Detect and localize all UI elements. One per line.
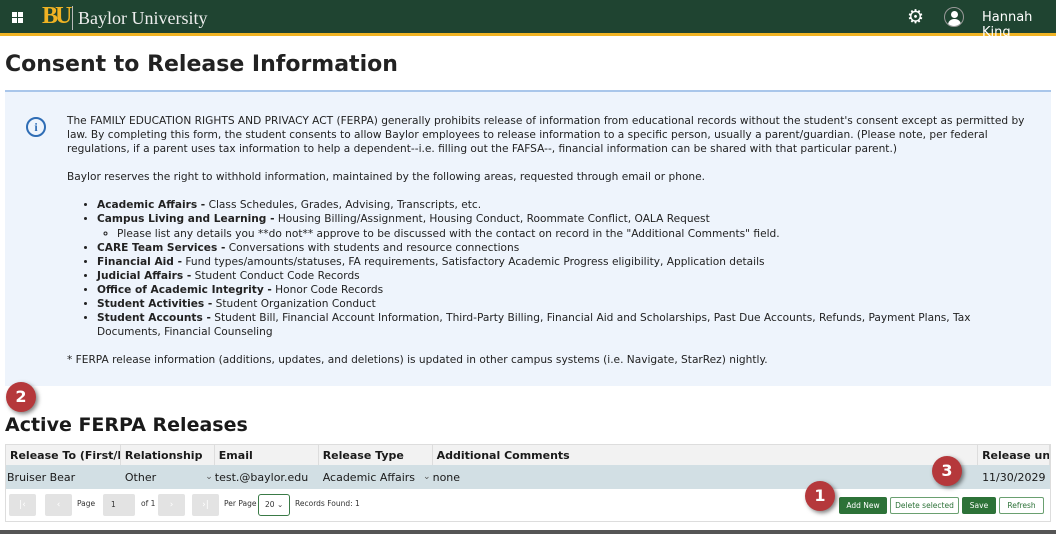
intro-text: The FAMILY EDUCATION RIGHTS AND PRIVACY … [67, 115, 1025, 156]
user-name[interactable]: Hannah King [982, 10, 1056, 40]
add-new-button[interactable]: Add New [839, 497, 887, 514]
section-title: Active FERPA Releases [5, 414, 248, 436]
area-item: Judicial Affairs - Student Conduct Code … [97, 269, 1037, 283]
area-item: CARE Team Services - Conversations with … [97, 241, 1037, 255]
col-release-to[interactable]: Release To (First/L... [6, 445, 121, 465]
col-release-until[interactable]: Release un... [978, 445, 1050, 465]
footnote: * FERPA release information (additions, … [67, 354, 768, 367]
cell-release-to[interactable]: Bruiser Bear [6, 465, 121, 489]
records-found: Records Found: 1 [295, 499, 360, 508]
chevron-down-icon[interactable]: ⌄ [423, 472, 431, 482]
settings-gear-icon[interactable]: ⚙ [907, 6, 924, 28]
refresh-button[interactable]: Refresh [999, 497, 1044, 514]
area-subitem: Please list any details you **do not** a… [117, 227, 1037, 241]
info-icon: i [26, 117, 46, 137]
step-badge-3: 3 [932, 456, 962, 486]
ferpa-info-panel: i The FAMILY EDUCATION RIGHTS AND PRIVAC… [5, 90, 1051, 386]
area-item: Campus Living and Learning - Housing Bil… [97, 212, 1037, 240]
step-badge-2: 2 [6, 382, 36, 412]
pager: |‹ ‹ Page 1 of 1 › ›| Per Page 20 ⌄ Reco… [6, 489, 1050, 521]
page-title: Consent to Release Information [5, 52, 398, 77]
table-header-row: Release To (First/L... Relationship Emai… [6, 445, 1050, 465]
col-relationship[interactable]: Relationship [121, 445, 215, 465]
baylor-logo[interactable]: BU [42, 3, 72, 30]
chevron-down-icon[interactable]: ⌄ [205, 472, 213, 482]
page-label: Page [77, 499, 96, 508]
bottom-bar [0, 530, 1056, 534]
areas-list: Academic Affairs - Class Schedules, Grad… [97, 198, 1037, 339]
chevron-down-icon: ⌄ [276, 500, 284, 509]
table-row[interactable]: Bruiser Bear Other ⌄ test.@baylor.edu Aca… [6, 465, 1050, 489]
area-item: Office of Academic Integrity - Honor Cod… [97, 283, 1037, 297]
save-button[interactable]: Save [962, 497, 996, 514]
col-release-type[interactable]: Release Type [319, 445, 433, 465]
page-count: of 1 [141, 499, 156, 508]
first-page-button[interactable]: |‹ [9, 494, 36, 516]
last-page-button[interactable]: ›| [192, 494, 219, 516]
area-item: Academic Affairs - Class Schedules, Grad… [97, 198, 1037, 212]
logo-divider [72, 6, 73, 30]
area-item: Financial Aid - Fund types/amounts/statu… [97, 255, 1037, 269]
area-item: Student Accounts - Student Bill, Financi… [97, 311, 1037, 339]
top-header: BU Baylor University ⚙ Hannah King [0, 0, 1056, 40]
col-email[interactable]: Email [215, 445, 319, 465]
step-badge-1: 1 [805, 481, 835, 511]
cell-release-until[interactable]: 11/30/2029 [978, 465, 1050, 489]
cell-release-type[interactable]: Academic Affairs ⌄ [319, 465, 433, 489]
cell-relationship[interactable]: Other ⌄ [121, 465, 215, 489]
apps-grid-icon[interactable] [12, 12, 23, 23]
area-item: Student Activities - Student Organizatio… [97, 297, 1037, 311]
cell-email[interactable]: test.@baylor.edu [215, 465, 319, 489]
prev-page-button[interactable]: ‹ [45, 494, 72, 516]
col-additional-comments[interactable]: Additional Comments [433, 445, 979, 465]
ferpa-releases-table: Release To (First/L... Relationship Emai… [5, 444, 1051, 522]
user-avatar-icon[interactable] [944, 7, 964, 27]
reserve-text: Baylor reserves the right to withhold in… [67, 171, 706, 184]
brand-name[interactable]: Baylor University [78, 8, 207, 29]
per-page-select[interactable]: 20 ⌄ [258, 494, 290, 516]
page-input[interactable]: 1 [103, 494, 135, 516]
delete-selected-button[interactable]: Delete selected [890, 497, 959, 514]
cell-comments[interactable]: none [433, 465, 978, 489]
per-page-label: Per Page [224, 499, 257, 508]
next-page-button[interactable]: › [158, 494, 185, 516]
